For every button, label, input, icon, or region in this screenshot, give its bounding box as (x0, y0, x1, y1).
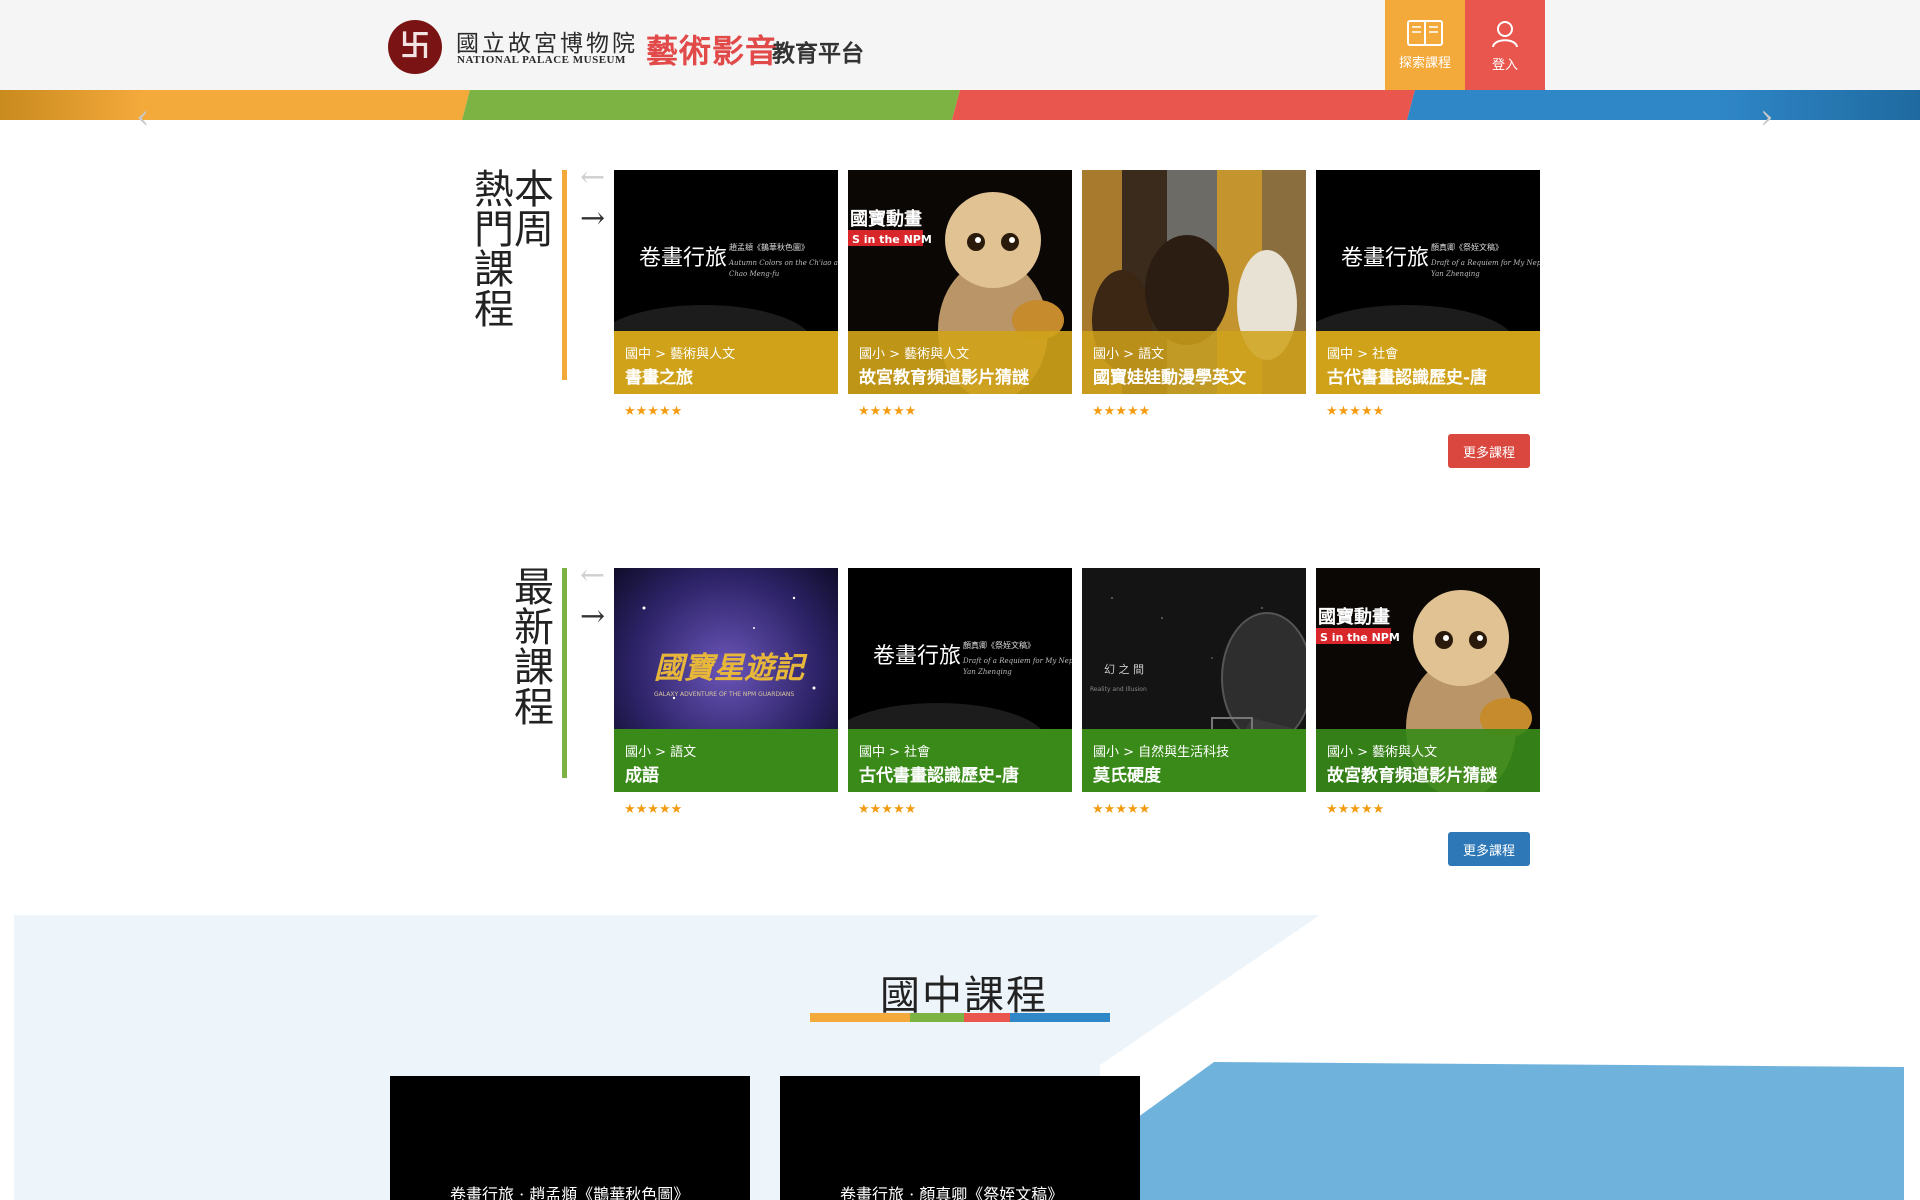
latest-more-courses-button[interactable]: 更多課程 (1448, 832, 1530, 866)
course-card[interactable]: 國寶動畫 S in the NPM 國小 > 藝術與人文 故宮教育頻道影片猜謎 (848, 170, 1072, 394)
course-category: 國中 > 社會 (859, 745, 931, 760)
course-card[interactable]: 卷畫行旅 顏真卿《祭姪文稿》 Draft of a Requiem for My… (1316, 170, 1540, 394)
course-title[interactable]: 故宮教育頻道影片猜謎 (859, 363, 1029, 388)
site-header: 卐 國立故宮博物院 NATIONAL PALACE MUSEUM 藝術影音 教育… (0, 0, 1920, 90)
course-title[interactable]: 國寶娃娃動漫學英文 (1093, 363, 1246, 388)
course-card[interactable]: 幻 之 間 Reality and Illusion 國小 > 自然與生活科技 … (1082, 568, 1306, 792)
svg-text:S in the NPM: S in the NPM (852, 233, 932, 246)
slider-next-arrow[interactable]: › (1760, 100, 1774, 134)
course-category: 國小 > 語文 (1093, 347, 1165, 362)
course-card[interactable]: 國寶星遊記 GALAXY ADVENTURE OF THE NPM GUARDI… (614, 568, 838, 792)
svg-text:Draft of a Requiem for My Neph: Draft of a Requiem for My Nephew (1430, 259, 1540, 267)
course-caption: 國中 > 社會 古代書畫認識歷史-唐 (1316, 331, 1540, 394)
logo-platform-text: 教育平台 (772, 40, 864, 67)
svg-text:國寶動畫: 國寶動畫 (850, 208, 922, 230)
junior-course-video[interactable]: 卷畫行旅 · 顏真卿《祭姪文稿》 (780, 1076, 1140, 1200)
logo-art-text: 藝術影音 (646, 32, 779, 70)
title-underline-red (964, 1013, 1010, 1022)
latest-accent-line (562, 568, 567, 778)
site-logo[interactable]: 卐 國立故宮博物院 NATIONAL PALACE MUSEUM 藝術影音 教育… (388, 18, 868, 74)
popular-title-col1: 熱門課程 (474, 167, 514, 333)
book-icon (1407, 20, 1443, 46)
slider-prev-arrow[interactable]: ‹ (136, 100, 150, 134)
rating-stars: ★★★★★ (858, 404, 917, 419)
course-caption: 國小 > 自然與生活科技 莫氏硬度 (1082, 729, 1306, 792)
popular-accent-line (562, 170, 567, 380)
course-card[interactable]: 卷畫行旅 趙孟頫《鵲華秋色圖》 Autumn Colors on the Ch'… (614, 170, 838, 394)
course-caption: 國小 > 語文 國寶娃娃動漫學英文 (1082, 331, 1306, 394)
svg-text:國寶星遊記: 國寶星遊記 (654, 651, 808, 686)
svg-text:GALAXY ADVENTURE OF THE NPM GU: GALAXY ADVENTURE OF THE NPM GUARDIANS (654, 691, 794, 698)
title-underline-green (910, 1013, 964, 1022)
video-thumbnail: 卷畫行旅 · 顏真卿《祭姪文稿》 (780, 1076, 1140, 1200)
svg-text:國寶動畫: 國寶動畫 (1318, 606, 1390, 628)
course-title[interactable]: 莫氏硬度 (1093, 761, 1161, 786)
svg-text:卷畫行旅: 卷畫行旅 (873, 644, 961, 669)
popular-prev-arrow[interactable]: ← (580, 163, 605, 193)
course-title[interactable]: 古代書畫認識歷史-唐 (859, 761, 1019, 786)
svg-text:顏真卿《祭姪文稿》: 顏真卿《祭姪文稿》 (963, 640, 1035, 650)
svg-text:Yan Zhenqing: Yan Zhenqing (963, 668, 1012, 676)
rating-stars: ★★★★★ (624, 404, 683, 419)
svg-text:卷畫行旅 · 趙孟頫《鵲華秋色圖》: 卷畫行旅 · 趙孟頫《鵲華秋色圖》 (450, 1185, 689, 1200)
svg-text:S in the NPM: S in the NPM (1320, 631, 1400, 644)
color-banner-strip (0, 90, 1920, 120)
explore-courses-button[interactable]: 探索課程 (1385, 0, 1465, 90)
museum-seal-icon: 卐 (388, 20, 442, 74)
svg-text:Chao Meng-fu: Chao Meng-fu (729, 270, 780, 278)
svg-text:顏真卿《祭姪文稿》: 顏真卿《祭姪文稿》 (1431, 242, 1503, 252)
latest-next-arrow[interactable]: → (580, 602, 605, 632)
logo-chinese-name: 國立故宮博物院 (456, 31, 638, 57)
course-card[interactable]: 卷畫行旅 顏真卿《祭姪文稿》 Draft of a Requiem for My… (848, 568, 1072, 792)
course-card[interactable]: 國寶動畫 S in the NPM 國小 > 藝術與人文 故宮教育頻道影片猜謎 (1316, 568, 1540, 792)
course-caption: 國中 > 社會 古代書畫認識歷史-唐 (848, 729, 1072, 792)
rating-stars: ★★★★★ (1092, 404, 1151, 419)
course-caption: 國小 > 藝術與人文 故宮教育頻道影片猜謎 (1316, 729, 1540, 792)
popular-title-col2: 本周 (514, 167, 554, 253)
rating-stars: ★★★★★ (1092, 802, 1151, 817)
course-caption: 國小 > 藝術與人文 故宮教育頻道影片猜謎 (848, 331, 1072, 394)
course-title[interactable]: 書畫之旅 (625, 363, 693, 388)
svg-text:卷畫行旅 · 顏真卿《祭姪文稿》: 卷畫行旅 · 顏真卿《祭姪文稿》 (840, 1185, 1063, 1200)
course-category: 國中 > 藝術與人文 (625, 347, 736, 362)
explore-courses-label: 探索課程 (1398, 56, 1451, 71)
svg-text:幻 之 間: 幻 之 間 (1104, 662, 1144, 676)
course-category: 國小 > 語文 (625, 745, 697, 760)
thumb-calligraphy-text: 卷畫行旅 (639, 246, 727, 271)
popular-more-courses-button[interactable]: 更多課程 (1448, 434, 1530, 468)
popular-next-arrow[interactable]: → (580, 204, 605, 234)
svg-text:卷畫行旅: 卷畫行旅 (1341, 246, 1429, 271)
course-title[interactable]: 成語 (625, 761, 659, 786)
rating-stars: ★★★★★ (1326, 802, 1385, 817)
rating-stars: ★★★★★ (624, 802, 683, 817)
login-button[interactable]: 登入 (1465, 0, 1545, 90)
latest-title: 最新課程 (514, 565, 554, 731)
video-thumbnail: 卷畫行旅 · 趙孟頫《鵲華秋色圖》 (390, 1076, 750, 1200)
rating-stars: ★★★★★ (858, 802, 917, 817)
course-card[interactable]: 國小 > 語文 國寶娃娃動漫學英文 (1082, 170, 1306, 394)
course-category: 國小 > 藝術與人文 (859, 347, 970, 362)
user-icon (1492, 21, 1518, 48)
rating-stars: ★★★★★ (1326, 404, 1385, 419)
svg-text:Reality and Illusion: Reality and Illusion (1090, 686, 1147, 693)
logo-english-name: NATIONAL PALACE MUSEUM (457, 54, 626, 66)
course-caption: 國中 > 藝術與人文 書畫之旅 (614, 331, 838, 394)
course-title[interactable]: 故宮教育頻道影片猜謎 (1327, 761, 1497, 786)
course-caption: 國小 > 語文 成語 (614, 729, 838, 792)
course-category: 國中 > 社會 (1327, 347, 1399, 362)
title-underline-yellow (810, 1013, 910, 1022)
junior-course-video[interactable]: 卷畫行旅 · 趙孟頫《鵲華秋色圖》 (390, 1076, 750, 1200)
title-underline-blue (1010, 1013, 1110, 1022)
svg-text:Yan Zhenqing: Yan Zhenqing (1431, 270, 1480, 278)
login-label: 登入 (1491, 58, 1518, 73)
course-category: 國小 > 自然與生活科技 (1093, 745, 1230, 760)
svg-text:Draft of a Requiem for My Neph: Draft of a Requiem for My Nephew (962, 657, 1072, 665)
svg-text:Autumn Colors on the Ch'iao an: Autumn Colors on the Ch'iao and (728, 259, 838, 267)
svg-text:趙孟頫《鵲華秋色圖》: 趙孟頫《鵲華秋色圖》 (729, 242, 809, 252)
course-title[interactable]: 古代書畫認識歷史-唐 (1327, 363, 1487, 388)
latest-prev-arrow[interactable]: ← (580, 561, 605, 591)
course-category: 國小 > 藝術與人文 (1327, 745, 1438, 760)
